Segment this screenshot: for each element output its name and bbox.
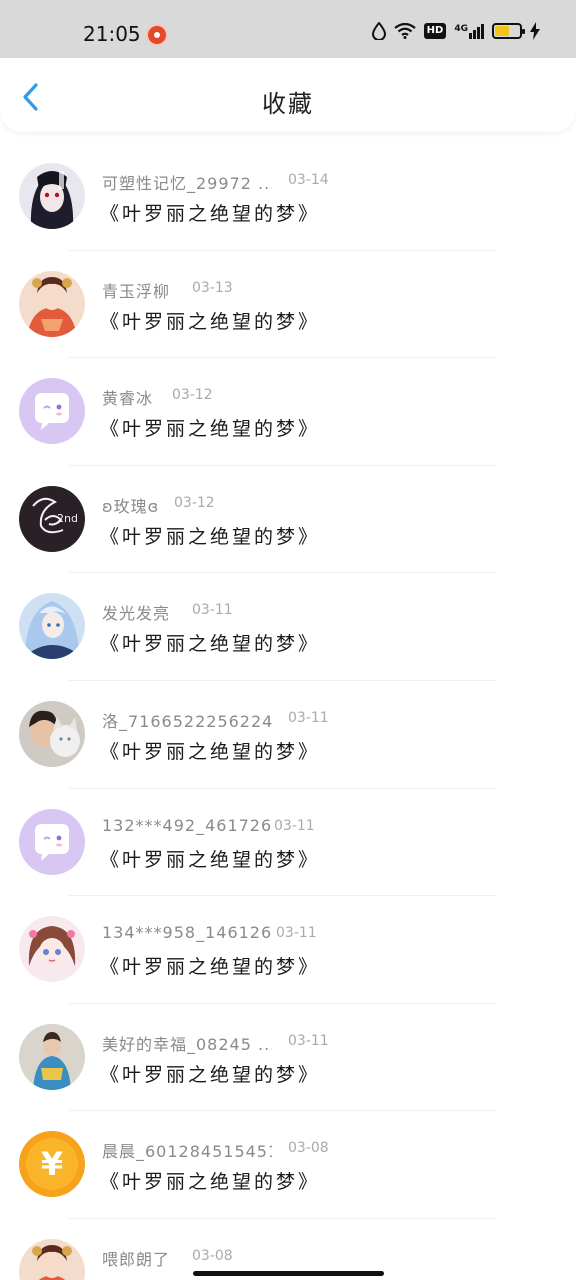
user-name: 发光发亮 — [102, 604, 171, 624]
battery-icon — [492, 23, 525, 39]
wifi-icon — [393, 23, 416, 39]
avatar[interactable]: 2nd — [19, 485, 85, 552]
user-name: ʚ玫瑰ɞ — [102, 496, 160, 516]
book-title[interactable]: 《叶罗丽之绝望的梦》 — [100, 952, 320, 979]
favorite-item[interactable]: 洛_7166522256224 31009 03-11 《叶罗丽之绝望的梦》 — [0, 681, 576, 789]
user-name: 美好的幸福_08245 ... — [102, 1034, 272, 1054]
book-title[interactable]: 《叶罗丽之绝望的梦》 — [100, 1060, 320, 1087]
user-name: 洛_7166522256224 31009 — [102, 711, 272, 731]
favorite-item[interactable]: 美好的幸福_08245 ... 03-11 《叶罗丽之绝望的梦》 — [0, 1004, 576, 1112]
favorite-item[interactable]: 黄睿冰 03-12 《叶罗丽之绝望的梦》 — [0, 358, 576, 466]
book-title[interactable]: 《叶罗丽之绝望的梦》 — [100, 307, 320, 334]
favorite-date: 03-08 — [288, 1140, 329, 1157]
book-title[interactable]: 《叶罗丽之绝望的梦》 — [100, 199, 320, 226]
favorite-date: 03-12 — [174, 494, 215, 511]
svg-text:2nd: 2nd — [57, 512, 78, 525]
status-time: 21:05 — [83, 22, 141, 46]
charging-bolt-icon — [530, 22, 540, 40]
favorite-item[interactable]: 2nd ʚ玫瑰ɞ 03-12 《叶罗丽之绝望的梦》 — [0, 466, 576, 574]
data-saver-icon — [371, 22, 386, 40]
header-bar: 收藏 — [0, 58, 576, 132]
status-bar: 21:05 HD 4G — [0, 0, 576, 58]
favorite-item[interactable]: 134***958_146126714803-11 《叶罗丽之绝望的梦》 — [0, 896, 576, 1004]
avatar[interactable] — [19, 700, 85, 767]
avatar[interactable] — [19, 808, 85, 875]
book-title[interactable]: 《叶罗丽之绝望的梦》 — [100, 522, 320, 549]
book-title[interactable]: 《叶罗丽之绝望的梦》 — [100, 414, 320, 441]
favorites-list: 可塑性记忆_29972 ... 03-14 《叶罗丽之绝望的梦》 青玉浮柳 03-13 《… — [0, 143, 576, 1280]
network-type-label: 4G — [454, 23, 468, 34]
status-icons: HD 4G — [371, 22, 540, 40]
avatar[interactable] — [19, 593, 85, 660]
user-name: 喂郎朗了 — [102, 1249, 171, 1269]
page-title: 收藏 — [262, 90, 314, 118]
favorite-date: 03-08 — [192, 1247, 233, 1264]
user-name: 晨晨_601284515451 ... — [102, 1142, 272, 1162]
user-name: 黄睿冰 — [102, 389, 154, 409]
favorite-item[interactable]: 青玉浮柳 03-13 《叶罗丽之绝望的梦》 — [0, 251, 576, 359]
favorite-date: 03-11 — [274, 817, 315, 834]
battery-fill — [495, 26, 509, 36]
favorite-item[interactable]: ¥ 晨晨_601284515451 ... 03-08 《叶罗丽之绝望的梦》 — [0, 1111, 576, 1219]
favorite-date: 03-13 — [192, 279, 233, 296]
avatar[interactable]: ¥ — [19, 1131, 85, 1198]
avatar[interactable] — [19, 1023, 85, 1090]
user-name: 134***958_1461267148 — [102, 923, 272, 943]
favorite-date: 03-11 — [288, 709, 329, 726]
avatar[interactable] — [19, 1238, 85, 1280]
favorite-date: 03-11 — [288, 1032, 329, 1049]
user-name: 132***492_4617263817 — [102, 815, 272, 835]
book-title[interactable]: 《叶罗丽之绝望的梦》 — [100, 1167, 320, 1194]
user-name: 可塑性记忆_29972 ... — [102, 174, 272, 193]
book-title[interactable]: 《叶罗丽之绝望的梦》 — [100, 845, 320, 872]
book-title[interactable]: 《叶罗丽之绝望的梦》 — [100, 629, 320, 656]
favorite-item[interactable]: 132***492_461726381703-11 《叶罗丽之绝望的梦》 — [0, 789, 576, 897]
avatar[interactable] — [19, 163, 85, 229]
favorite-date: 03-11 — [192, 602, 233, 619]
cellular-signal-icon: 4G — [454, 23, 484, 39]
home-indicator[interactable] — [193, 1271, 384, 1276]
avatar[interactable] — [19, 378, 85, 445]
app-notification-icon — [146, 24, 168, 46]
favorite-item[interactable]: 可塑性记忆_29972 ... 03-14 《叶罗丽之绝望的梦》 — [0, 143, 576, 251]
book-title[interactable]: 《叶罗丽之绝望的梦》 — [100, 737, 320, 764]
favorite-date: 03-12 — [172, 387, 213, 404]
favorite-item[interactable]: 发光发亮 03-11 《叶罗丽之绝望的梦》 — [0, 573, 576, 681]
user-name: 青玉浮柳 — [102, 281, 171, 301]
avatar[interactable] — [19, 270, 85, 337]
hd-badge: HD — [423, 23, 447, 39]
favorite-date: 03-14 — [288, 172, 329, 188]
avatar[interactable] — [19, 916, 85, 983]
favorite-date: 03-11 — [276, 925, 317, 942]
svg-text:¥: ¥ — [41, 1145, 63, 1183]
